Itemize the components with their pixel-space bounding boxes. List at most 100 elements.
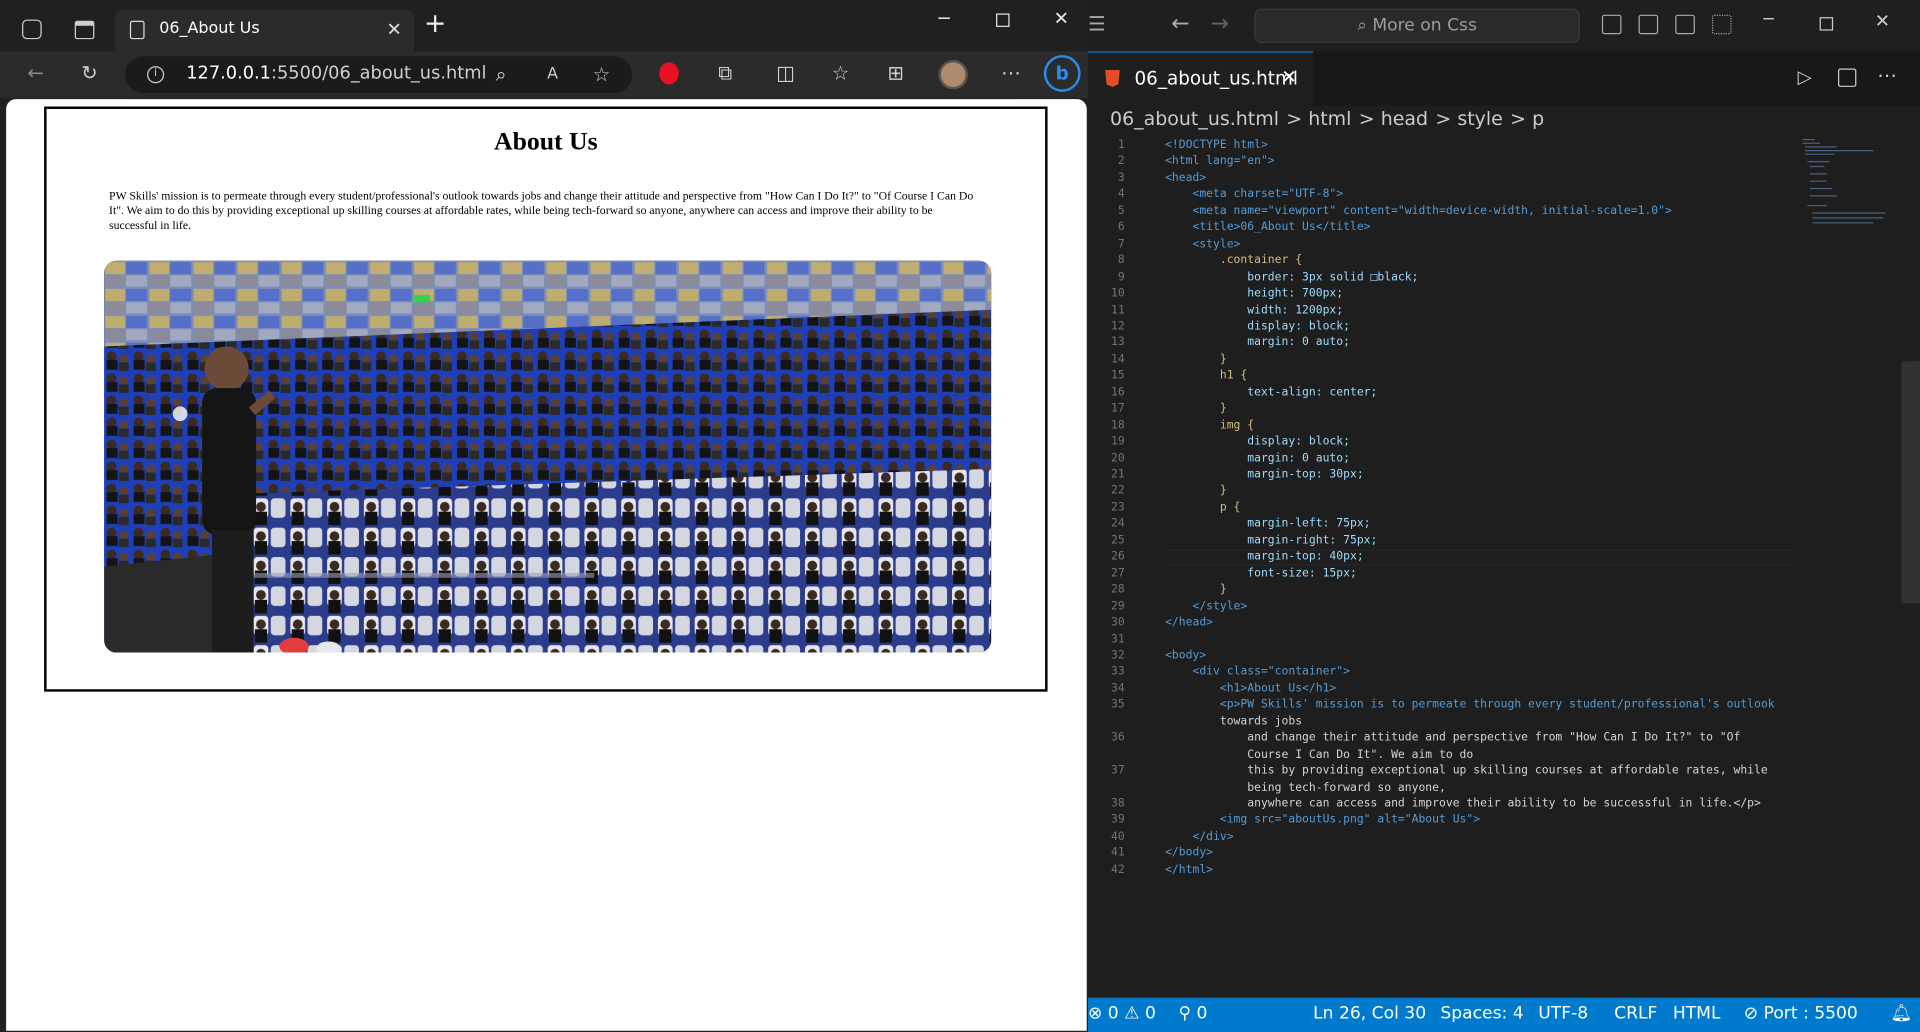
- more-actions-icon[interactable]: ⋯: [1877, 64, 1897, 87]
- code-line[interactable]: </div>: [1165, 829, 1233, 845]
- code-line[interactable]: <meta charset="UTF-8">: [1165, 186, 1343, 202]
- code-line[interactable]: display: block;: [1165, 433, 1350, 449]
- code-line[interactable]: Course I Can Do It". We aim to do: [1165, 746, 1473, 762]
- code-line[interactable]: width: 1200px;: [1165, 302, 1343, 318]
- code-line[interactable]: font-size: 15px;: [1165, 565, 1357, 581]
- line-number: 36: [1110, 731, 1125, 745]
- zoom-icon[interactable]: ⌕: [490, 63, 512, 86]
- restore-icon[interactable]: [1819, 17, 1834, 31]
- breadcrumb-p[interactable]: p: [1532, 108, 1544, 130]
- code-line[interactable]: </head>: [1165, 615, 1213, 631]
- code-line[interactable]: }: [1165, 401, 1227, 417]
- code-line[interactable]: towards jobs: [1165, 713, 1302, 729]
- code-line[interactable]: .container {: [1165, 252, 1302, 268]
- code-line[interactable]: }: [1165, 351, 1227, 367]
- code-line[interactable]: being tech-forward so anyone,: [1165, 779, 1446, 795]
- favorites-icon[interactable]: ☆: [829, 62, 851, 84]
- code-line[interactable]: margin-top: 30px;: [1165, 466, 1363, 482]
- shield-icon[interactable]: [659, 62, 679, 85]
- close-icon[interactable]: ✕: [386, 18, 401, 40]
- minimap[interactable]: [1800, 137, 1898, 229]
- maximize-icon[interactable]: [996, 13, 1010, 27]
- notifications-icon[interactable]: 🔔︎: [1891, 1004, 1913, 1024]
- minimize-icon[interactable]: ─: [939, 7, 950, 29]
- code-line[interactable]: <html lang="en">: [1165, 154, 1275, 170]
- collections-icon[interactable]: ⊞: [885, 62, 907, 84]
- tab-actions-icon[interactable]: [74, 20, 95, 40]
- nav-back-icon[interactable]: ←: [1171, 11, 1189, 37]
- code-line[interactable]: p {: [1165, 499, 1241, 515]
- split-editor-icon[interactable]: [1838, 68, 1857, 87]
- menu-icon[interactable]: ☰: [1088, 12, 1106, 35]
- language-mode[interactable]: HTML: [1673, 1004, 1721, 1024]
- code-line[interactable]: <title>06_About Us</title>: [1165, 219, 1370, 235]
- code-line[interactable]: <meta name="viewport" content="width=dev…: [1165, 203, 1671, 219]
- breadcrumb-head[interactable]: head: [1381, 108, 1428, 130]
- new-tab-button[interactable]: +: [424, 10, 447, 38]
- code-line[interactable]: }: [1165, 483, 1227, 499]
- code-line[interactable]: <style>: [1165, 236, 1240, 252]
- code-line[interactable]: <img src="aboutUs.png" alt="About Us">: [1165, 812, 1480, 828]
- nav-forward-icon[interactable]: →: [1210, 11, 1228, 37]
- code-line[interactable]: }: [1165, 582, 1227, 598]
- code-line[interactable]: h1 {: [1165, 368, 1247, 384]
- ports-status[interactable]: ⚲ 0: [1179, 1004, 1208, 1024]
- extensions-icon[interactable]: ⧉: [714, 62, 736, 84]
- info-icon[interactable]: i: [147, 66, 165, 84]
- code-line[interactable]: margin-left: 75px;: [1165, 516, 1370, 532]
- vertical-scrollbar[interactable]: [1901, 361, 1920, 604]
- command-center-search[interactable]: ⌕ More on Css: [1254, 8, 1580, 43]
- code-line[interactable]: <body>: [1165, 648, 1206, 664]
- breadcrumb-file[interactable]: 06_about_us.html: [1110, 108, 1279, 130]
- problems-status[interactable]: ⊗ 0 ⚠ 0: [1088, 1004, 1156, 1024]
- code-line[interactable]: </body>: [1165, 845, 1213, 861]
- bing-icon[interactable]: b: [1043, 55, 1081, 92]
- code-line[interactable]: display: block;: [1165, 318, 1350, 334]
- code-line[interactable]: <p>PW Skills' mission is to permeate thr…: [1165, 697, 1775, 713]
- code-line[interactable]: <h1>About Us</h1>: [1165, 680, 1336, 696]
- avatar[interactable]: [938, 59, 968, 90]
- code-line[interactable]: <div class="container">: [1165, 664, 1350, 680]
- close-window-icon[interactable]: ✕: [1875, 10, 1890, 32]
- toggle-secondary-sidebar-icon[interactable]: [1675, 14, 1695, 35]
- editor-tab[interactable]: 06_about_us.html ✕: [1088, 51, 1314, 106]
- breadcrumb-html[interactable]: html: [1308, 108, 1351, 130]
- indentation[interactable]: Spaces: 4: [1440, 1004, 1523, 1024]
- code-line[interactable]: margin-right: 75px;: [1165, 532, 1377, 548]
- customize-layout-icon[interactable]: [1711, 14, 1732, 35]
- code-line[interactable]: <!DOCTYPE html>: [1165, 137, 1268, 153]
- code-line[interactable]: img {: [1165, 417, 1254, 433]
- split-screen-icon[interactable]: ◫: [774, 62, 796, 84]
- code-line[interactable]: and change their attitude and perspectiv…: [1165, 730, 1740, 746]
- code-line[interactable]: anywhere can access and improve their ab…: [1165, 796, 1761, 812]
- toggle-sidebar-icon[interactable]: [1601, 14, 1622, 35]
- code-line[interactable]: border: 3px solid □black;: [1165, 269, 1418, 285]
- back-icon[interactable]: ←: [25, 62, 47, 84]
- breadcrumb-style[interactable]: style: [1457, 108, 1502, 130]
- end-of-line[interactable]: CRLF: [1614, 1004, 1657, 1024]
- live-server-port[interactable]: ⊘ Port : 5500: [1744, 1004, 1858, 1024]
- workspaces-icon[interactable]: [22, 19, 42, 40]
- read-aloud-icon[interactable]: A: [542, 64, 564, 86]
- more-icon[interactable]: ⋯: [1000, 62, 1022, 84]
- code-line[interactable]: height: 700px;: [1165, 285, 1343, 301]
- code-line[interactable]: <head>: [1165, 170, 1206, 186]
- minimize-icon[interactable]: ─: [1763, 10, 1773, 30]
- address-bar[interactable]: i 127.0.0.1:5500/06_about_us.html ⌕ A ☆: [124, 56, 633, 94]
- close-icon[interactable]: ✕: [1281, 66, 1296, 88]
- code-line[interactable]: </html>: [1165, 862, 1213, 878]
- run-icon[interactable]: ▷: [1798, 66, 1812, 88]
- code-line[interactable]: margin-top: 40px;: [1165, 549, 1363, 565]
- code-line[interactable]: margin: 0 auto;: [1165, 335, 1350, 351]
- code-line[interactable]: text-align: center;: [1165, 384, 1377, 400]
- code-line[interactable]: this by providing exceptional up skillin…: [1165, 763, 1767, 779]
- code-line[interactable]: margin: 0 auto;: [1165, 450, 1350, 466]
- refresh-icon[interactable]: ↻: [78, 62, 100, 84]
- favorite-icon[interactable]: ☆: [591, 63, 613, 86]
- close-window-icon[interactable]: ✕: [1054, 7, 1069, 29]
- code-line[interactable]: </style>: [1165, 598, 1247, 614]
- browser-tab[interactable]: 06_About Us ✕: [115, 9, 415, 52]
- encoding[interactable]: UTF-8: [1538, 1004, 1588, 1024]
- cursor-position[interactable]: Ln 26, Col 30: [1313, 1004, 1426, 1024]
- toggle-panel-icon[interactable]: [1638, 14, 1659, 35]
